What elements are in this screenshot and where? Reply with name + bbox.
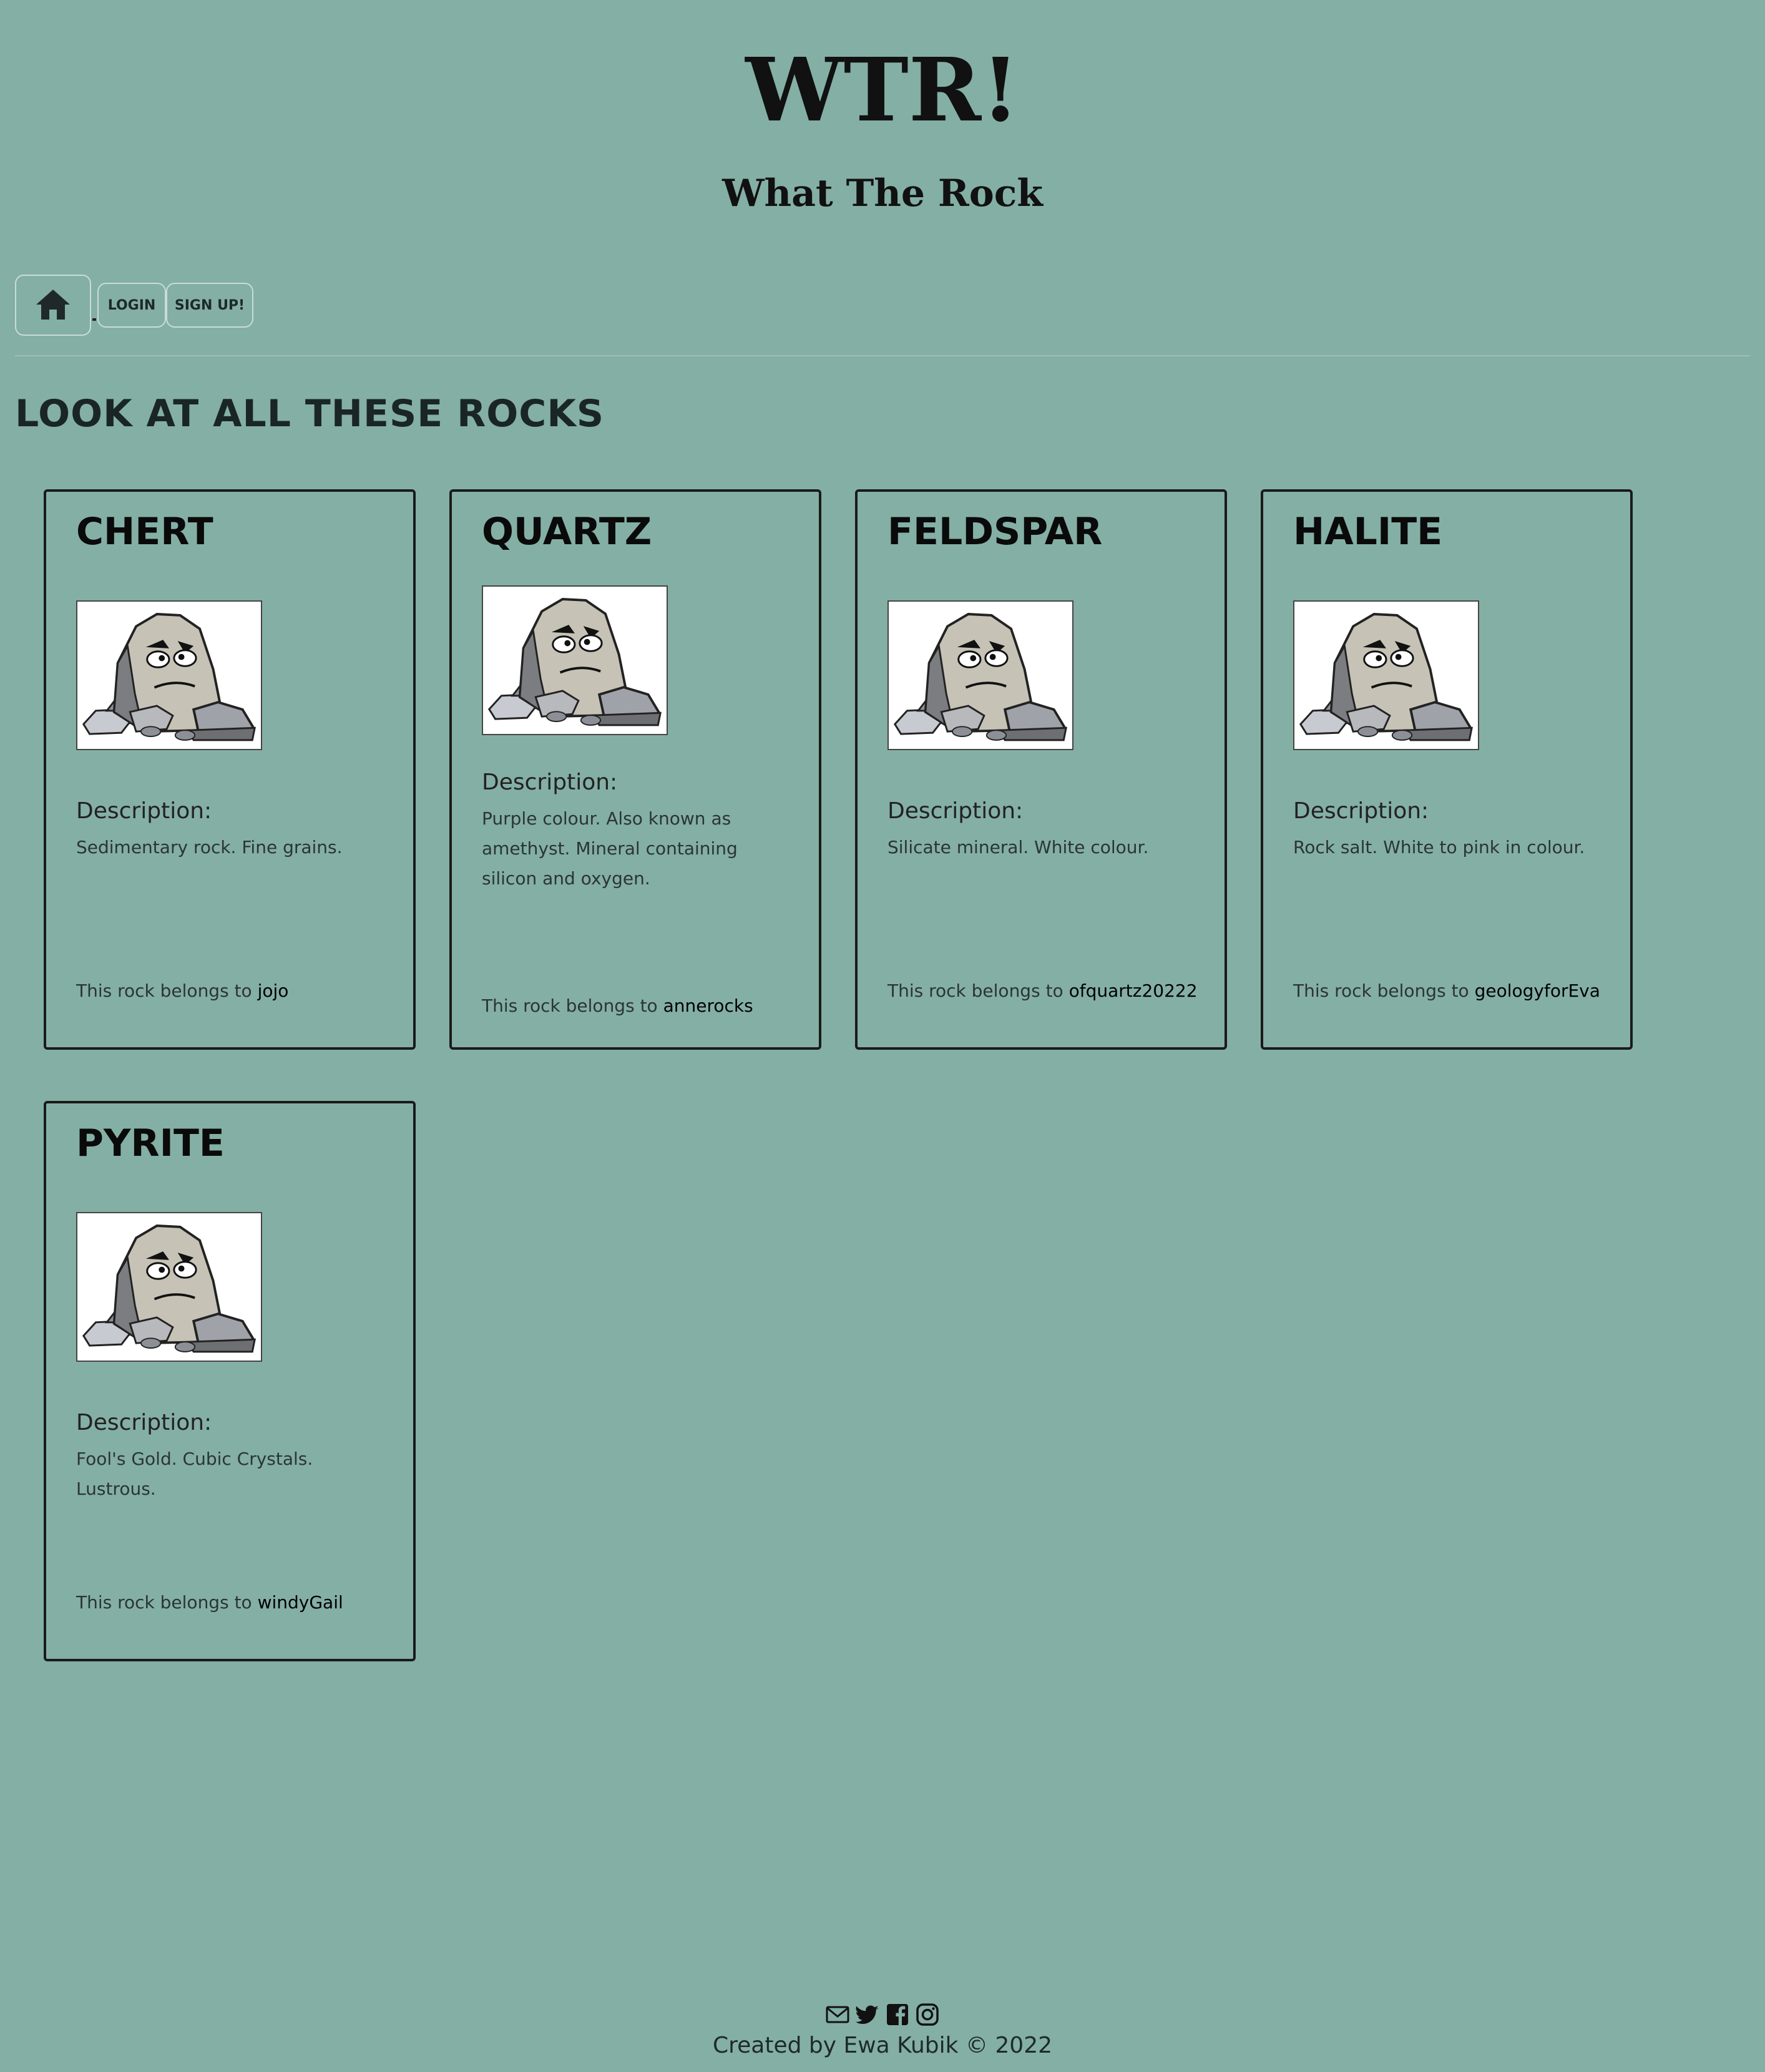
site-subtitle: What The Rock xyxy=(722,172,1043,215)
rock-description: Silicate mineral. White colour. xyxy=(887,837,1149,858)
owner-name: windyGail xyxy=(257,1592,343,1613)
rock-image xyxy=(482,585,668,735)
footer-credit: Created by Ewa Kubik © 2022 xyxy=(712,2033,1053,2058)
rock-description: Purple colour. Also known as amethyst. M… xyxy=(482,808,738,889)
rock-image xyxy=(887,600,1073,750)
footer-social-links xyxy=(0,2002,1765,2027)
owner-prefix: This rock belongs to xyxy=(887,980,1063,1001)
rock-name: CHERT xyxy=(76,510,213,554)
description-label: Description: xyxy=(887,798,1024,824)
mail-icon[interactable] xyxy=(825,2002,850,2027)
rock-owner: This rock belongs to windyGail xyxy=(76,1590,401,1615)
owner-name: jojo xyxy=(257,980,289,1001)
rock-card: CHERT Description: Sedimentary rock. Fin… xyxy=(44,489,416,1050)
rock-name: FELDSPAR xyxy=(887,510,1103,554)
login-button[interactable]: LOGIN xyxy=(97,283,166,328)
rock-owner: This rock belongs to geologyforEva xyxy=(1293,979,1618,1004)
main-nav: LOGIN SIGN UP! xyxy=(15,275,253,336)
rock-name: PYRITE xyxy=(76,1122,225,1165)
instagram-icon[interactable] xyxy=(915,2002,940,2027)
site-title: WTR! xyxy=(745,39,1020,142)
description-label: Description: xyxy=(1293,798,1429,824)
rock-card: HALITE Description: Rock salt. White to … xyxy=(1261,489,1633,1050)
rock-image xyxy=(76,600,262,750)
description-label: Description: xyxy=(482,770,618,795)
owner-prefix: This rock belongs to xyxy=(1293,980,1469,1001)
description-label: Description: xyxy=(76,798,212,824)
home-icon xyxy=(35,287,71,323)
owner-name: geologyforEva xyxy=(1474,980,1600,1001)
rock-description: Sedimentary rock. Fine grains. xyxy=(76,837,343,858)
owner-name: ofquartz20222 xyxy=(1068,980,1198,1001)
twitter-icon[interactable] xyxy=(855,2002,880,2027)
rock-owner: This rock belongs to ofquartz20222 xyxy=(887,979,1212,1004)
rock-owner: This rock belongs to jojo xyxy=(76,979,401,1004)
description-label: Description: xyxy=(76,1410,212,1435)
owner-prefix: This rock belongs to xyxy=(76,1592,252,1613)
owner-name: annerocks xyxy=(663,995,753,1016)
signup-button[interactable]: SIGN UP! xyxy=(166,283,253,328)
owner-prefix: This rock belongs to xyxy=(482,995,658,1016)
rock-card: PYRITE Description: Fool's Gold. Cubic C… xyxy=(44,1101,416,1661)
rock-description: Fool's Gold. Cubic Crystals. Lustrous. xyxy=(76,1449,313,1499)
home-button[interactable] xyxy=(15,275,91,336)
facebook-icon[interactable] xyxy=(885,2002,910,2027)
page-heading: LOOK AT ALL THESE ROCKS xyxy=(15,392,605,436)
rock-name: HALITE xyxy=(1293,510,1443,554)
divider xyxy=(15,355,1750,356)
owner-prefix: This rock belongs to xyxy=(76,980,252,1001)
nav-separator xyxy=(92,318,96,321)
rock-owner: This rock belongs to annerocks xyxy=(482,994,806,1019)
rock-description: Rock salt. White to pink in colour. xyxy=(1293,837,1585,858)
rock-image xyxy=(76,1212,262,1362)
rock-card: FELDSPAR Description: Silicate mineral. … xyxy=(855,489,1227,1050)
rock-name: QUARTZ xyxy=(482,510,652,554)
rock-image xyxy=(1293,600,1479,750)
rock-card: QUARTZ Description: Purple colour. Also … xyxy=(449,489,821,1050)
